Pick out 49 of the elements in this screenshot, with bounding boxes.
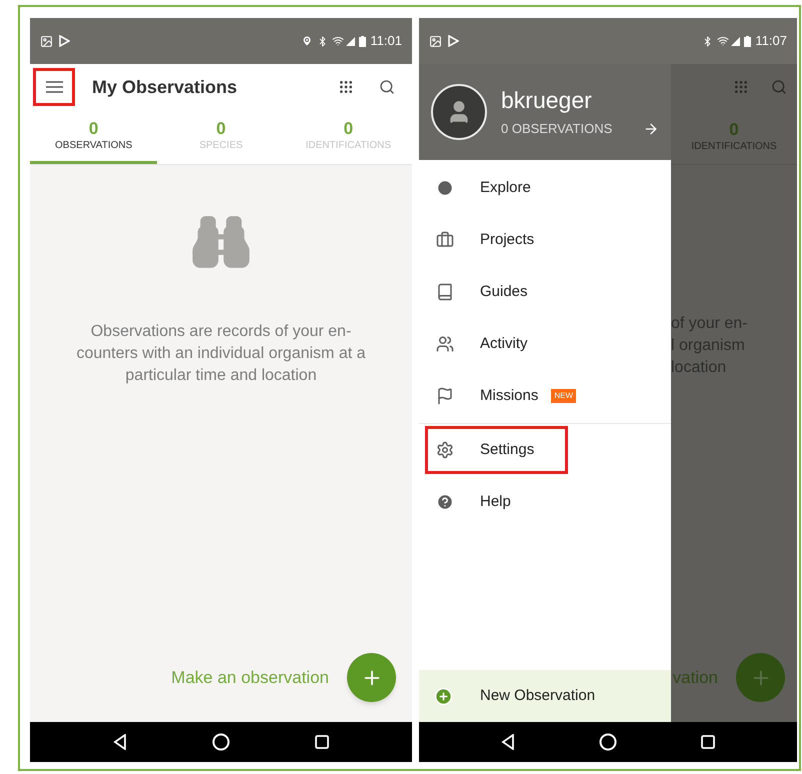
signal-icon — [731, 36, 740, 46]
drawer-menu-item[interactable]: Settings — [425, 426, 568, 474]
new-badge: NEW — [551, 389, 576, 403]
location-icon — [301, 35, 314, 47]
tab-label: IDENTIFICATIONS — [691, 140, 777, 154]
grid-view-icon — [733, 79, 749, 95]
action-label-fragment: vation — [672, 666, 718, 689]
image-icon — [429, 34, 442, 48]
play-store-icon — [59, 35, 70, 47]
tab-count: 0 — [729, 120, 739, 140]
home-icon[interactable] — [212, 733, 230, 751]
status-time: 11:01 — [370, 32, 402, 50]
signal-icon — [346, 36, 356, 46]
new-observation-item[interactable]: New Observation — [419, 670, 671, 722]
observation-count: 0 OBSERVATIONS — [501, 120, 614, 138]
drawer-menu-item[interactable]: Guides — [425, 268, 539, 316]
back-icon[interactable] — [112, 734, 127, 750]
book-icon — [436, 283, 454, 301]
help-icon — [436, 493, 454, 511]
add-circle-icon — [434, 686, 453, 706]
people-icon — [436, 335, 454, 353]
username: bkrueger — [501, 86, 593, 116]
search-icon — [771, 79, 787, 95]
drawer-menu-item[interactable]: Explore — [425, 164, 542, 212]
play-store-icon — [448, 35, 459, 47]
screen-title: My Observations — [92, 76, 238, 99]
briefcase-icon — [436, 231, 454, 249]
drawer-menu-item[interactable]: Missions — [425, 372, 550, 420]
back-icon[interactable] — [501, 734, 515, 750]
drawer-menu-item[interactable]: Help — [425, 478, 522, 526]
battery-icon — [359, 36, 366, 46]
add-observation-button[interactable] — [347, 653, 396, 702]
status-time: 11:07 — [755, 32, 787, 50]
home-icon[interactable] — [599, 733, 617, 751]
drawer-menu-item[interactable]: Projects — [425, 216, 546, 264]
settings-icon — [436, 441, 454, 459]
recents-icon[interactable] — [315, 735, 330, 749]
drawer-menu-item[interactable]: Activity — [425, 320, 539, 368]
bluetooth-icon — [702, 36, 714, 46]
menu-icon — [46, 81, 62, 93]
search-icon[interactable] — [379, 79, 395, 95]
recents-icon[interactable] — [701, 735, 715, 749]
empty-state-message: Observations are records of your en- counters with an individual organism at a particular time and location — [76, 322, 366, 386]
flag-icon — [436, 387, 454, 405]
grid-view-icon[interactable] — [338, 79, 354, 95]
menu-button[interactable] — [33, 68, 75, 106]
image-icon — [40, 34, 53, 48]
bluetooth-icon — [317, 36, 328, 46]
battery-icon — [744, 36, 752, 46]
